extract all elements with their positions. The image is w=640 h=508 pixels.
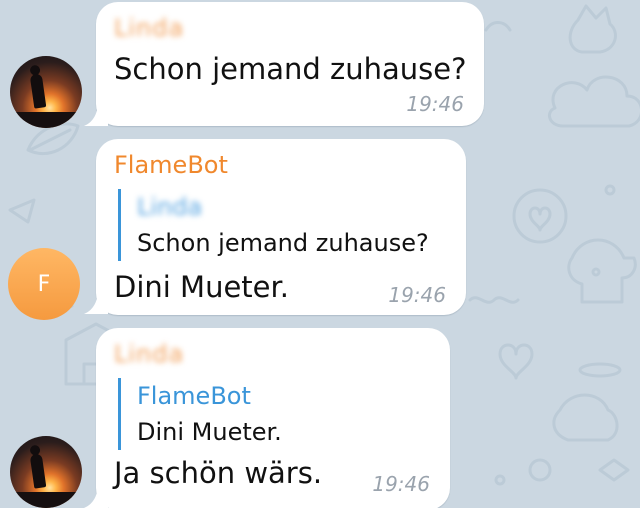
message-timestamp: 19:46 — [372, 472, 430, 496]
halo-doodle-icon — [578, 362, 622, 378]
sunset-photo-avatar — [29, 453, 47, 489]
bird-doodle-icon — [552, 393, 619, 442]
heart-doodle-icon — [498, 343, 534, 380]
reply-sender-name: Linda — [137, 193, 203, 221]
sender-name: Linda — [114, 340, 185, 368]
reply-quote[interactable]: Linda Schon jemand zuhause? — [118, 189, 429, 261]
dog-doodle-icon — [567, 238, 637, 304]
message-bubble[interactable]: FlameBot Linda Schon jemand zuhause? Din… — [96, 139, 466, 315]
bubble-tail-icon — [84, 102, 108, 126]
sender-avatar-photo[interactable] — [10, 56, 82, 128]
reply-quote[interactable]: FlameBot Dini Mueter. — [118, 378, 282, 450]
message-timestamp: 19:46 — [406, 92, 464, 116]
leaf-doodle-icon — [26, 122, 80, 156]
message-text: Ja schön wärs. — [114, 456, 323, 490]
sunset-photo-avatar — [29, 73, 47, 109]
sender-name[interactable]: FlameBot — [114, 151, 228, 179]
heart-bubble-doodle-icon — [512, 188, 568, 244]
message-bubble[interactable]: Linda Schon jemand zuhause? 19:46 — [96, 2, 484, 126]
reply-sender-name: FlameBot — [137, 382, 251, 410]
sender-name: Linda — [114, 14, 185, 42]
reply-text: Dini Mueter. — [137, 418, 282, 446]
cat-doodle-icon — [568, 4, 617, 54]
sender-avatar-letter[interactable]: F — [8, 248, 80, 320]
bubble-tail-icon — [84, 484, 108, 508]
bubble-tail-icon — [84, 290, 108, 314]
message-timestamp: 19:46 — [388, 283, 446, 307]
message-text: Schon jemand zuhause? — [114, 52, 467, 86]
reply-text: Schon jemand zuhause? — [137, 229, 429, 257]
message-text: Dini Mueter. — [114, 270, 289, 304]
cloud-doodle-icon — [547, 75, 640, 128]
avatar-initial: F — [37, 271, 51, 297]
message-bubble[interactable]: Linda FlameBot Dini Mueter. Ja schön wär… — [96, 328, 450, 508]
sender-avatar-photo[interactable] — [10, 436, 82, 508]
wave-doodle-icon — [468, 296, 520, 304]
